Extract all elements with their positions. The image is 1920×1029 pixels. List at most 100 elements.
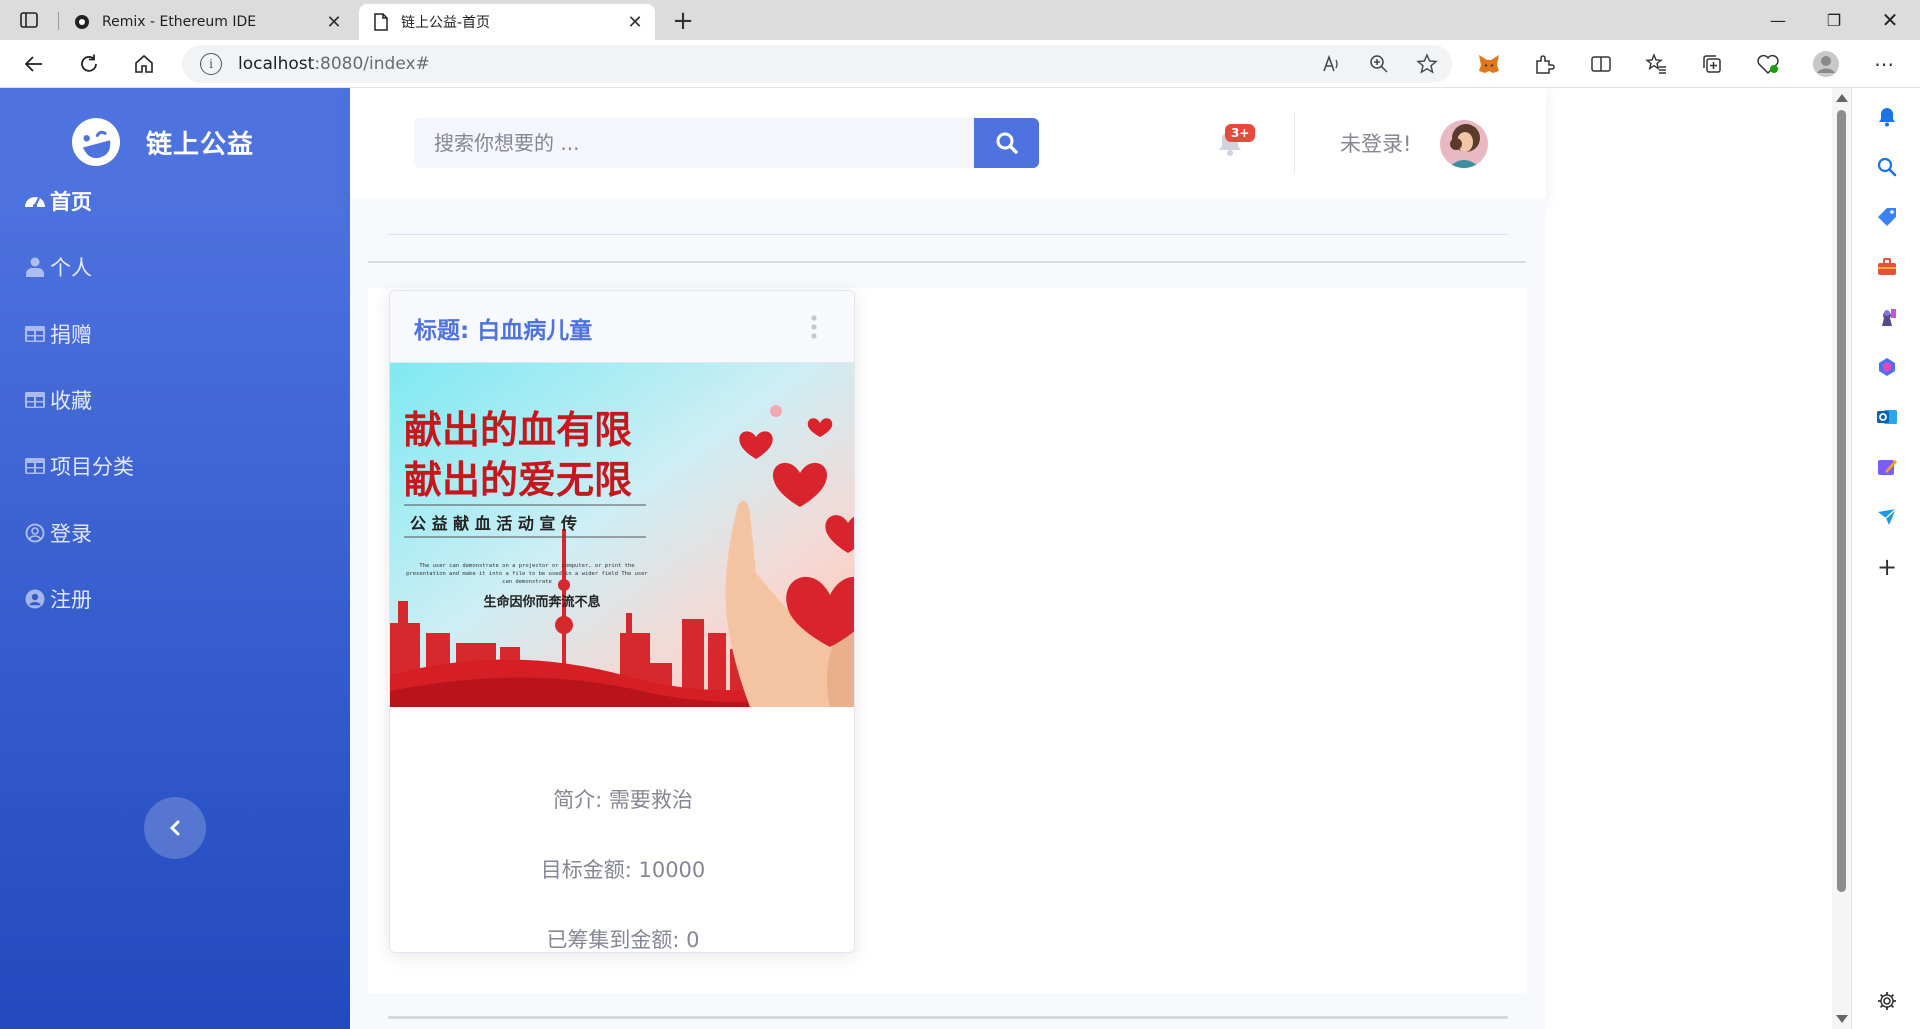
- poster-small-text-2: presentation and make it into a file to …: [406, 571, 648, 577]
- games-icon[interactable]: [1874, 304, 1900, 330]
- tab-title: 链上公益-首页: [401, 15, 491, 31]
- divider: [388, 234, 1508, 235]
- extensions-icon[interactable]: [1528, 48, 1560, 80]
- nav-item-categories[interactable]: 项目分类: [24, 451, 134, 481]
- nav-item-personal[interactable]: 个人: [24, 252, 92, 282]
- poster-headline-2: 献出的爱无限: [404, 458, 632, 502]
- topbar-divider: [1294, 113, 1295, 173]
- nav-item-favorites[interactable]: 收藏: [24, 385, 92, 415]
- nav-item-label: 个人: [50, 256, 92, 280]
- remix-favicon-icon: [72, 12, 92, 32]
- topbar: 3+ 未登录!: [350, 88, 1546, 198]
- user-circle-solid-icon: [24, 588, 46, 610]
- nav-item-register[interactable]: 注册: [24, 584, 92, 614]
- poster-small-text-3: can demonstrate: [502, 579, 552, 585]
- collections-icon[interactable]: [1696, 48, 1728, 80]
- edge-sidebar: +: [1851, 88, 1920, 1029]
- poster-slogan: 生命因你而奔流不息: [483, 594, 600, 610]
- user-icon: [24, 256, 46, 278]
- restore-icon[interactable]: ❐: [1806, 0, 1862, 40]
- nav-item-label: 项目分类: [50, 455, 134, 479]
- sidebar-toggle-button[interactable]: [144, 797, 206, 859]
- scroll-up-icon[interactable]: [1836, 94, 1848, 102]
- tools-icon[interactable]: [1874, 254, 1900, 280]
- reload-icon[interactable]: [73, 48, 105, 80]
- nav-item-label: 首页: [50, 190, 92, 214]
- table-icon: [24, 455, 46, 477]
- favorites-icon[interactable]: [1640, 48, 1672, 80]
- profile-avatar-icon[interactable]: [1810, 48, 1842, 80]
- user-circle-icon: [24, 522, 46, 544]
- add-sidebar-app-icon[interactable]: +: [1874, 553, 1900, 581]
- nav-item-label: 捐赠: [50, 323, 92, 347]
- outlook-icon[interactable]: [1874, 404, 1900, 430]
- project-card[interactable]: 标题: 白血病儿童 献出的血有限 献出的爱无限 公 益 献 血 活 动 宣 传 …: [389, 290, 855, 953]
- close-tab-icon[interactable]: ✕: [320, 8, 348, 36]
- designer-icon[interactable]: [1874, 454, 1900, 480]
- nav-item-donate[interactable]: 捐赠: [24, 319, 92, 349]
- home-icon[interactable]: [128, 48, 160, 80]
- divider: [368, 261, 1526, 263]
- brand-name: 链上公益: [146, 129, 255, 160]
- web-page: 链上公益 首页 个人 捐赠 收藏 项目分类 登录 注册 搜索你想要的 ... 3…: [0, 88, 1832, 1029]
- back-icon[interactable]: [18, 48, 50, 80]
- ellipsis-vertical-icon[interactable]: [808, 313, 820, 341]
- read-aloud-icon[interactable]: [1316, 49, 1346, 79]
- avatar[interactable]: [1440, 120, 1488, 168]
- page-scrollbar[interactable]: [1832, 88, 1851, 1029]
- microsoft-365-icon[interactable]: [1874, 354, 1900, 380]
- nav-item-label: 注册: [50, 588, 92, 612]
- new-tab-button[interactable]: +: [668, 6, 698, 36]
- tab-remix[interactable]: Remix - Ethereum IDE ✕: [60, 4, 354, 40]
- scroll-thumb[interactable]: [1837, 110, 1846, 892]
- nav-item-label: 收藏: [50, 389, 92, 413]
- url-host: localhost: [238, 54, 315, 74]
- settings-gear-icon[interactable]: [1874, 988, 1900, 1014]
- card-intro: 简介: 需要救治: [553, 788, 693, 812]
- url-path: :8080/index#: [314, 54, 430, 74]
- laugh-wink-logo-icon: [72, 118, 120, 166]
- search-icon: [996, 132, 1018, 154]
- card-title[interactable]: 标题: 白血病儿童: [414, 311, 592, 345]
- sidebar: 链上公益 首页 个人 捐赠 收藏 项目分类 登录 注册: [0, 88, 350, 1029]
- poster-small-text-1: The user can demonstrate on a projector …: [419, 563, 634, 569]
- notifications-bell-icon[interactable]: [1874, 104, 1900, 130]
- nav-item-label: 登录: [50, 522, 92, 546]
- address-bar[interactable]: i localhost:8080/index#: [182, 45, 1452, 83]
- send-icon[interactable]: [1874, 504, 1900, 530]
- scroll-down-icon[interactable]: [1836, 1015, 1848, 1023]
- more-options-icon[interactable]: ⋯: [1868, 48, 1900, 80]
- brand[interactable]: 链上公益: [70, 116, 254, 168]
- page-favicon-icon: [371, 12, 391, 32]
- card-header: 标题: 白血病儿童: [390, 291, 854, 363]
- poster-headline-1: 献出的血有限: [404, 408, 632, 452]
- close-window-icon[interactable]: ✕: [1862, 0, 1918, 40]
- shopping-tag-icon[interactable]: [1874, 204, 1900, 230]
- user-status[interactable]: 未登录!: [1340, 128, 1411, 158]
- search-form: [414, 118, 1039, 168]
- table-icon: [24, 323, 46, 345]
- card-raised-amount: 已筹集到金额: 0: [546, 928, 700, 952]
- dashboard-icon: [24, 190, 46, 212]
- browser-tab-bar: Remix - Ethereum IDE ✕ 链上公益-首页 ✕ + — ❐ ✕: [0, 0, 1920, 40]
- search-input[interactable]: [414, 118, 974, 168]
- nav-item-login[interactable]: 登录: [24, 518, 92, 548]
- favorite-star-icon[interactable]: [1412, 49, 1442, 79]
- browser-essentials-icon[interactable]: [1752, 48, 1784, 80]
- metamask-extension-icon[interactable]: [1473, 48, 1505, 80]
- split-screen-icon[interactable]: [1585, 48, 1617, 80]
- nav-item-home[interactable]: 首页: [24, 186, 92, 216]
- site-info-icon[interactable]: i: [200, 53, 222, 75]
- tab-actions-icon[interactable]: [18, 9, 40, 31]
- notification-badge: 3+: [1225, 124, 1256, 142]
- tab-current-page[interactable]: 链上公益-首页 ✕: [359, 4, 655, 40]
- zoom-icon[interactable]: [1364, 49, 1394, 79]
- divider: [388, 1016, 1508, 1019]
- minimize-icon[interactable]: —: [1750, 0, 1806, 40]
- card-target-amount: 目标金额: 10000: [540, 858, 706, 882]
- tab-separator: [58, 12, 59, 30]
- search-button[interactable]: [974, 118, 1039, 168]
- search-icon[interactable]: [1874, 154, 1900, 180]
- close-tab-icon[interactable]: ✕: [621, 8, 649, 36]
- blood-donation-poster-image[interactable]: 献出的血有限 献出的爱无限 公 益 献 血 活 动 宣 传 The user c…: [390, 363, 855, 707]
